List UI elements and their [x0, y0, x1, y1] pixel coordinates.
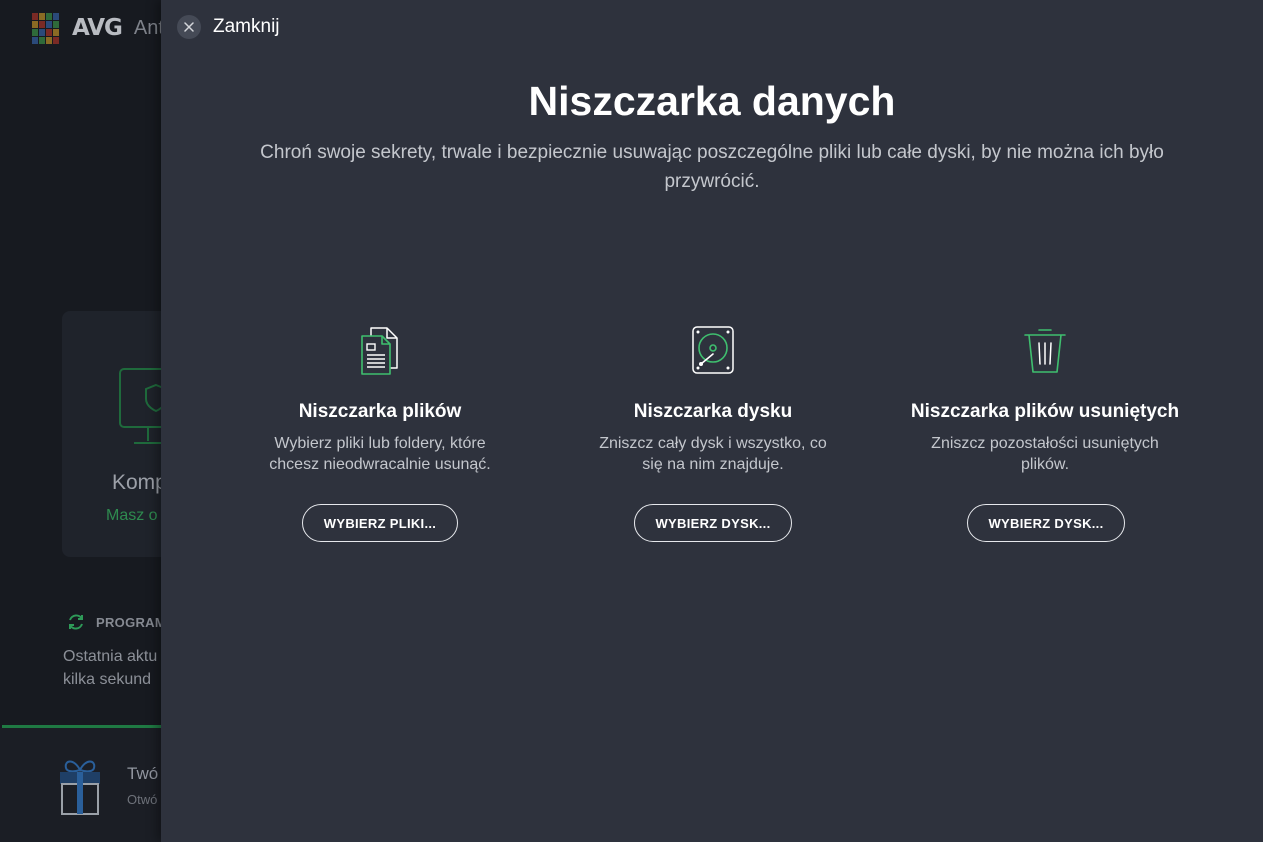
choose-files-button[interactable]: WYBIERZ PLIKI...	[302, 504, 458, 542]
card-status: Masz o	[106, 507, 158, 524]
avg-logo-icon	[32, 13, 59, 44]
option-title: Niszczarka dysku	[633, 401, 793, 422]
promo-subtitle: Otwó	[127, 792, 158, 807]
option-description: Zniszcz cały dysk i wszystko, co się na …	[599, 435, 827, 473]
last-update-text: Ostatnia aktu kilka sekund	[63, 645, 157, 691]
app-name-partial: Ant	[133, 16, 164, 39]
choose-disk-button[interactable]: WYBIERZ DYSK...	[634, 504, 792, 542]
choose-disk-deleted-button[interactable]: WYBIERZ DYSK...	[967, 504, 1125, 542]
file-shredder-option: Niszczarka plików Wybierz pliki lub fold…	[215, 324, 545, 542]
promo-title: Twó	[127, 764, 159, 783]
documents-icon	[361, 327, 398, 375]
program-label: PROGRAM	[96, 614, 166, 630]
trash-bin-icon	[1024, 329, 1066, 373]
close-icon[interactable]	[177, 15, 201, 39]
option-description: Wybierz pliki lub foldery, które chcesz …	[269, 435, 491, 473]
data-shredder-panel: Zamknij Niszczarka danych Chroń swoje se…	[161, 0, 1263, 842]
gift-icon	[60, 760, 100, 815]
card-title: Komp	[112, 471, 167, 494]
disk-shredder-option: Niszczarka dysku Zniszcz cały dysk i wsz…	[548, 324, 878, 542]
page-subtitle: Chroń swoje sekrety, trwale i bezpieczni…	[260, 142, 1164, 192]
logo-text: AVG	[72, 15, 123, 41]
last-update-line-2: kilka sekund	[63, 671, 152, 688]
program-status: PROGRAM	[66, 612, 166, 632]
promo-section: Twó Otwó	[0, 728, 180, 842]
last-update-line-1: Ostatnia aktu	[63, 648, 158, 665]
option-title: Niszczarka plików usuniętych	[910, 401, 1180, 422]
close-button[interactable]: Zamknij	[177, 15, 280, 39]
option-title: Niszczarka plików	[298, 401, 462, 422]
refresh-icon	[69, 614, 83, 630]
close-label[interactable]: Zamknij	[213, 16, 280, 38]
app-logo: AVG Ant	[30, 10, 164, 46]
page-title: Niszczarka danych	[528, 78, 896, 124]
option-description: Zniszcz pozostałości usuniętych plików.	[931, 435, 1159, 473]
deleted-files-shredder-option: Niszczarka plików usuniętych Zniszcz poz…	[880, 324, 1210, 542]
hard-drive-icon	[692, 326, 734, 374]
